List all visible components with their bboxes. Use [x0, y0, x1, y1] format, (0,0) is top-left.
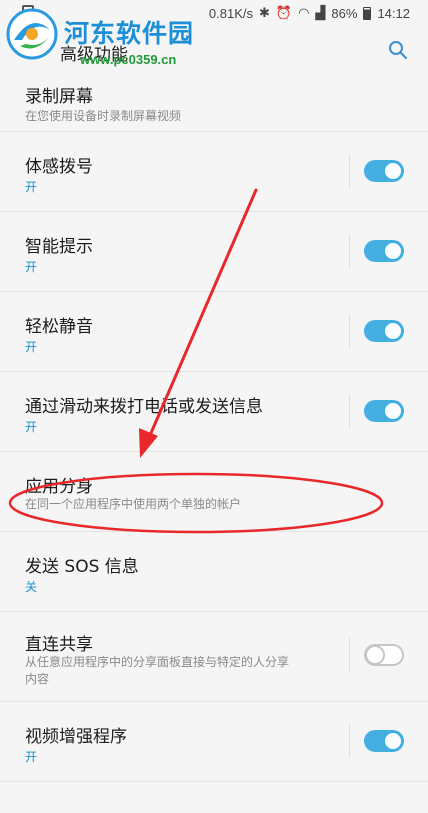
setting-direct-share[interactable]: 直连共享 从任意应用程序中的分享面板直接与特定的人分享内容 [0, 612, 428, 702]
setting-desc: 从任意应用程序中的分享面板直接与特定的人分享内容 [25, 655, 290, 686]
bluetooth-icon: ✱ [258, 5, 270, 20]
watermark-logo-icon [6, 8, 58, 60]
setting-send-sos[interactable]: 发送 SOS 信息 关 [0, 532, 428, 612]
setting-dual-messenger[interactable]: 应用分身 在同一个应用程序中使用两个单独的帐户 [0, 452, 428, 532]
setting-label: 发送 SOS 信息 [25, 557, 139, 577]
watermark: 河东软件园 www.pc0359.cn [4, 6, 224, 68]
watermark-title: 河东软件园 [64, 19, 195, 48]
wifi-icon: ◠ [298, 5, 310, 20]
battery-percent: 86% [331, 5, 358, 21]
setting-label: 体感拨号 [25, 157, 93, 177]
setting-label: 通过滑动来拨打电话或发送信息 [25, 397, 263, 417]
setting-motion-dial[interactable]: 体感拨号 开 [0, 132, 428, 212]
divider [349, 154, 350, 188]
divider [349, 724, 350, 758]
setting-label: 轻松静音 [25, 317, 93, 337]
divider [349, 234, 350, 268]
setting-desc: 在您使用设备时录制屏幕视频 [25, 109, 182, 123]
setting-state: 开 [25, 260, 38, 274]
setting-swipe-call[interactable]: 通过滑动来拨打电话或发送信息 开 [0, 372, 428, 452]
signal-icon: ▟ [315, 5, 326, 20]
divider [349, 638, 350, 672]
setting-state: 开 [25, 180, 38, 194]
setting-state: 关 [25, 580, 38, 594]
motion-dial-toggle[interactable] [364, 160, 404, 182]
video-enhancer-toggle[interactable] [364, 730, 404, 752]
setting-video-enhancer[interactable]: 视频增强程序 开 [0, 702, 428, 782]
setting-state: 开 [25, 340, 38, 354]
setting-state: 开 [25, 750, 38, 764]
easy-mute-toggle[interactable] [364, 320, 404, 342]
direct-share-toggle[interactable] [364, 644, 404, 666]
search-icon[interactable] [388, 40, 408, 60]
watermark-url: www.pc0359.cn [80, 52, 177, 67]
setting-record-screen[interactable]: 录制屏幕 在您使用设备时录制屏幕视频 [0, 74, 428, 132]
alarm-icon: ⏰ [275, 5, 293, 20]
setting-label: 应用分身 [25, 477, 93, 497]
setting-smart-alert[interactable]: 智能提示 开 [0, 212, 428, 292]
setting-label: 录制屏幕 [25, 87, 93, 107]
smart-alert-toggle[interactable] [364, 240, 404, 262]
setting-label: 智能提示 [25, 237, 93, 257]
divider [349, 394, 350, 428]
battery-icon [363, 6, 372, 20]
divider [349, 314, 350, 348]
setting-label: 直连共享 [25, 635, 93, 655]
setting-label: 视频增强程序 [25, 727, 127, 747]
settings-list: 录制屏幕 在您使用设备时录制屏幕视频 体感拨号 开 智能提示 开 轻松静音 开 … [0, 74, 428, 782]
clock: 14:12 [377, 5, 410, 21]
setting-desc: 在同一个应用程序中使用两个单独的帐户 [25, 497, 242, 511]
swipe-call-toggle[interactable] [364, 400, 404, 422]
setting-easy-mute[interactable]: 轻松静音 开 [0, 292, 428, 372]
setting-state: 开 [25, 420, 38, 434]
